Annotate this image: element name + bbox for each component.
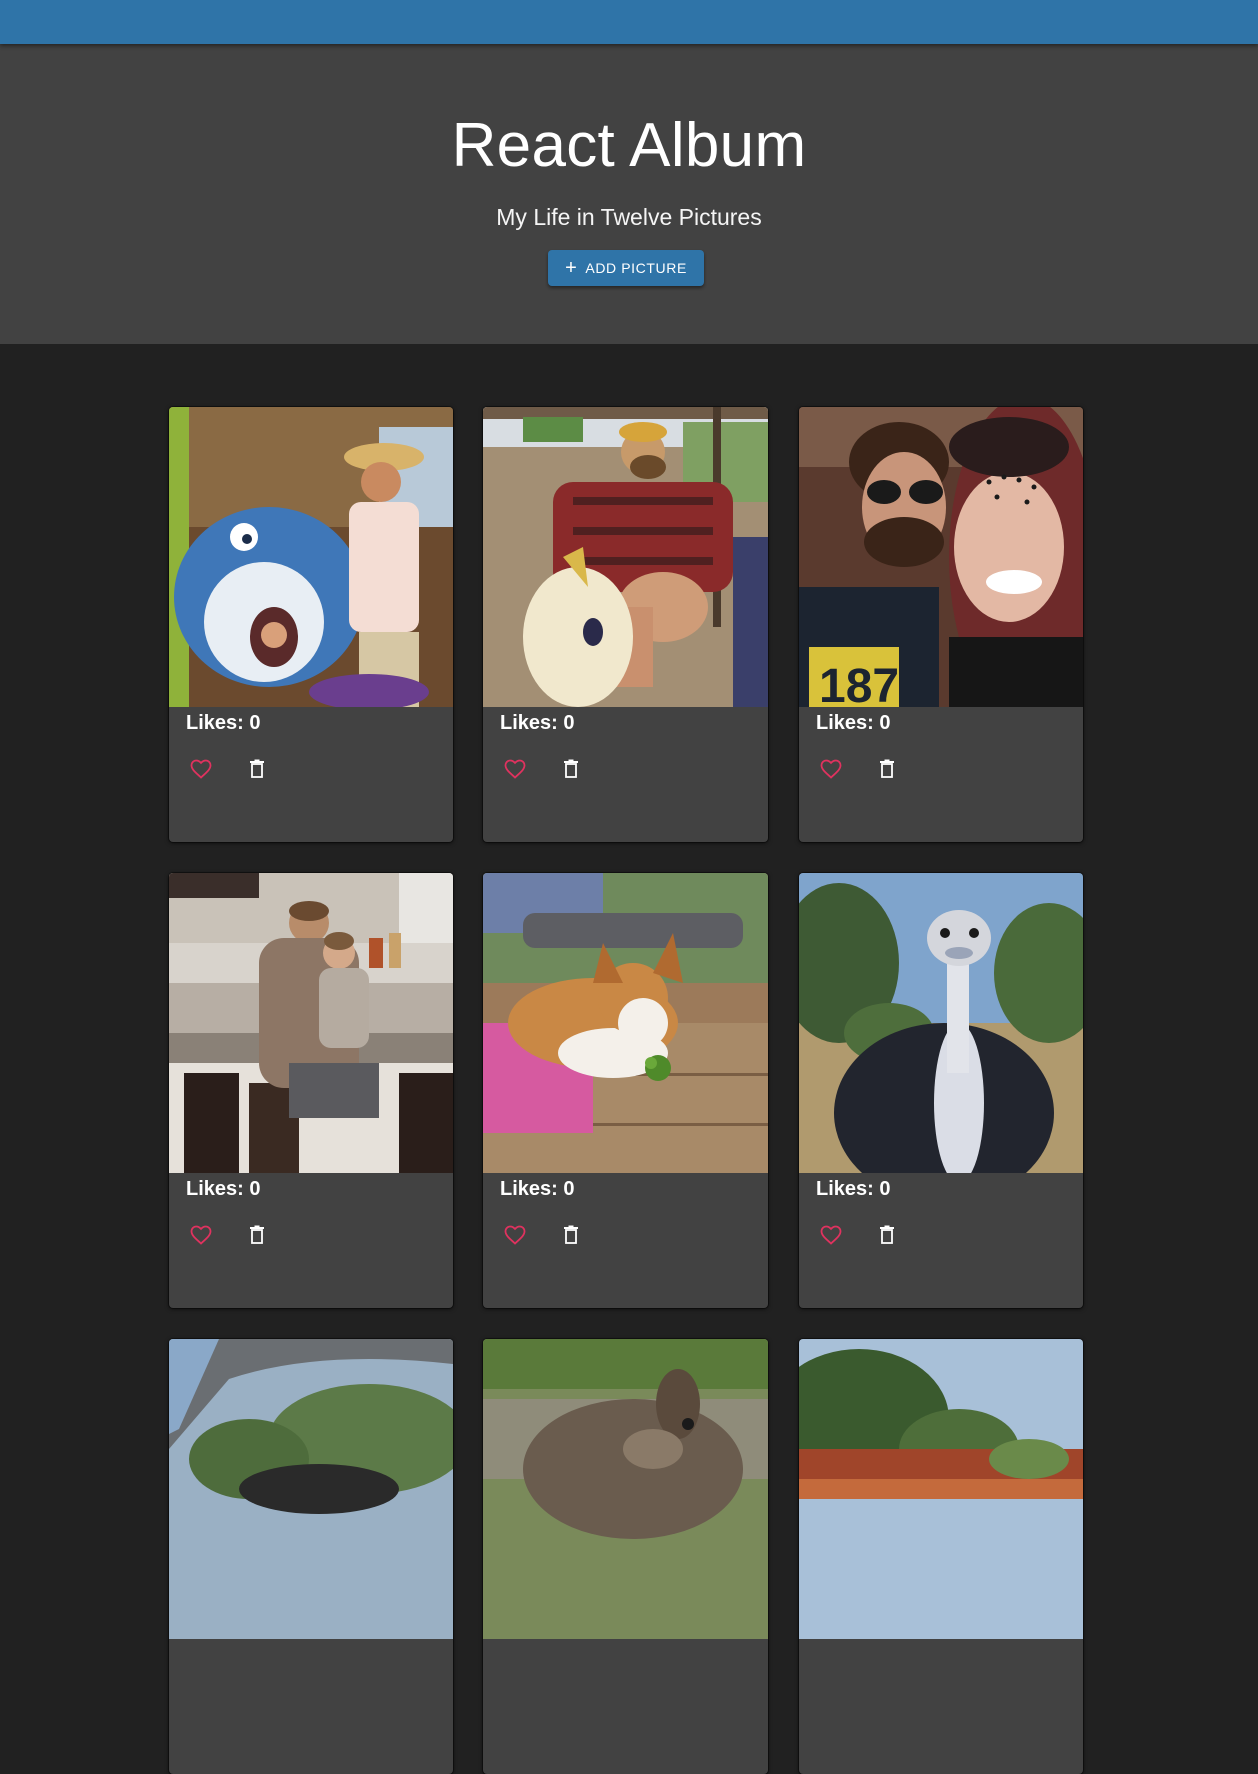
likes-count: Likes: 0	[500, 1178, 575, 1200]
trash-icon[interactable]	[559, 757, 583, 781]
likes-count: Likes: 0	[186, 1178, 261, 1200]
heart-outline-icon[interactable]	[819, 757, 843, 781]
picture-card: Likes: 0	[169, 407, 453, 842]
picture-image	[483, 1339, 768, 1639]
picture-card: Likes: 0	[483, 873, 768, 1308]
heart-outline-icon[interactable]	[503, 757, 527, 781]
trash-icon[interactable]	[875, 1223, 899, 1247]
heart-outline-icon[interactable]	[819, 1223, 843, 1247]
trash-icon[interactable]	[245, 757, 269, 781]
trash-icon[interactable]	[559, 1223, 583, 1247]
trash-icon[interactable]	[875, 757, 899, 781]
plus-icon: +	[565, 257, 578, 279]
picture-image	[169, 1339, 453, 1639]
likes-count: Likes: 0	[186, 712, 261, 734]
likes-count: Likes: 0	[500, 712, 575, 734]
page-subtitle: My Life in Twelve Pictures	[496, 204, 762, 230]
picture-card	[799, 1339, 1083, 1774]
picture-card: Likes: 0	[169, 873, 453, 1308]
likes-count: Likes: 0	[816, 712, 891, 734]
picture-image	[799, 1339, 1083, 1639]
likes-count: Likes: 0	[816, 1178, 891, 1200]
add-picture-button[interactable]: + ADD PICTURE	[548, 250, 704, 286]
app-bar	[0, 0, 1258, 44]
add-picture-label: ADD PICTURE	[585, 260, 687, 276]
picture-image	[483, 873, 768, 1173]
hero-section: React Album My Life in Twelve Pictures +…	[0, 44, 1258, 344]
heart-outline-icon[interactable]	[503, 1223, 527, 1247]
picture-grid: Likes: 0 Likes: 0 187 Likes: 0 Likes: 0 …	[0, 344, 1258, 1774]
page-title: React Album	[451, 111, 807, 180]
picture-card: 187 Likes: 0	[799, 407, 1083, 842]
trash-icon[interactable]	[245, 1223, 269, 1247]
picture-card	[483, 1339, 768, 1774]
picture-image: 187	[799, 407, 1083, 707]
picture-image	[169, 407, 453, 707]
picture-card: Likes: 0	[483, 407, 768, 842]
heart-outline-icon[interactable]	[189, 757, 213, 781]
picture-image	[169, 873, 453, 1173]
svg-text:187: 187	[819, 660, 899, 707]
picture-card	[169, 1339, 453, 1774]
heart-outline-icon[interactable]	[189, 1223, 213, 1247]
picture-image	[483, 407, 768, 707]
picture-card: Likes: 0	[799, 873, 1083, 1308]
picture-image	[799, 873, 1083, 1173]
